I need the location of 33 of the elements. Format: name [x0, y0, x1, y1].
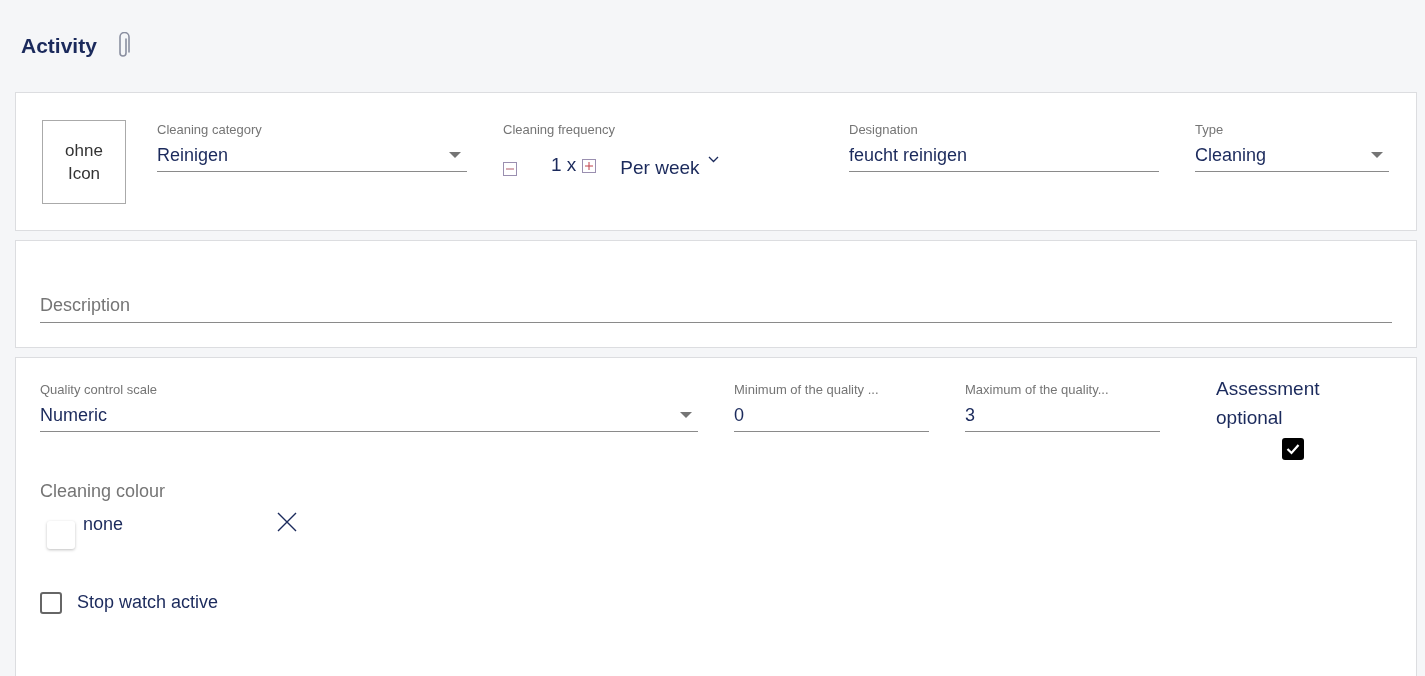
designation-field[interactable]: feucht reinigen — [849, 139, 1159, 172]
field-label: Maximum of the quality... — [965, 381, 1110, 399]
icon-placeholder[interactable]: ohne Icon — [42, 119, 126, 204]
frequency-count: 1 x — [551, 152, 577, 177]
minus-icon[interactable] — [503, 161, 517, 176]
chevron-down-icon — [707, 155, 719, 163]
description-field[interactable]: Description — [40, 289, 1392, 323]
dropdown-caret-icon — [680, 412, 692, 418]
field-label: Minimum of the quality ... — [734, 381, 880, 399]
colour-value: none — [83, 513, 124, 536]
field-label: Type — [1195, 121, 1225, 139]
colour-label: Cleaning colour — [40, 480, 167, 503]
field-label: Cleaning category — [157, 121, 263, 139]
field-label: Quality control scale — [40, 381, 159, 399]
assessment-checkbox[interactable] — [1282, 438, 1304, 460]
checkmark-icon — [1286, 443, 1300, 455]
period-select[interactable]: Per week — [620, 153, 719, 182]
category-select[interactable]: Reinigen — [157, 139, 467, 172]
assessment-label: Assessment optional — [1216, 377, 1321, 430]
dropdown-caret-icon — [1371, 152, 1383, 158]
type-select[interactable]: Cleaning — [1195, 139, 1389, 172]
minimum-field[interactable]: 0 — [734, 399, 929, 432]
field-label: Cleaning frequency — [503, 121, 617, 139]
dropdown-caret-icon — [449, 152, 461, 158]
stop-watch-label: Stop watch active — [77, 591, 219, 614]
close-icon[interactable] — [277, 512, 298, 532]
maximum-field[interactable]: 3 — [965, 399, 1160, 432]
plus-icon[interactable] — [582, 158, 597, 173]
stop-watch-checkbox[interactable] — [40, 591, 62, 614]
field-label: Designation — [849, 121, 919, 139]
quality-scale-select[interactable]: Numeric — [40, 399, 698, 432]
section-title: Activity — [21, 33, 97, 60]
colour-swatch[interactable] — [47, 521, 75, 549]
